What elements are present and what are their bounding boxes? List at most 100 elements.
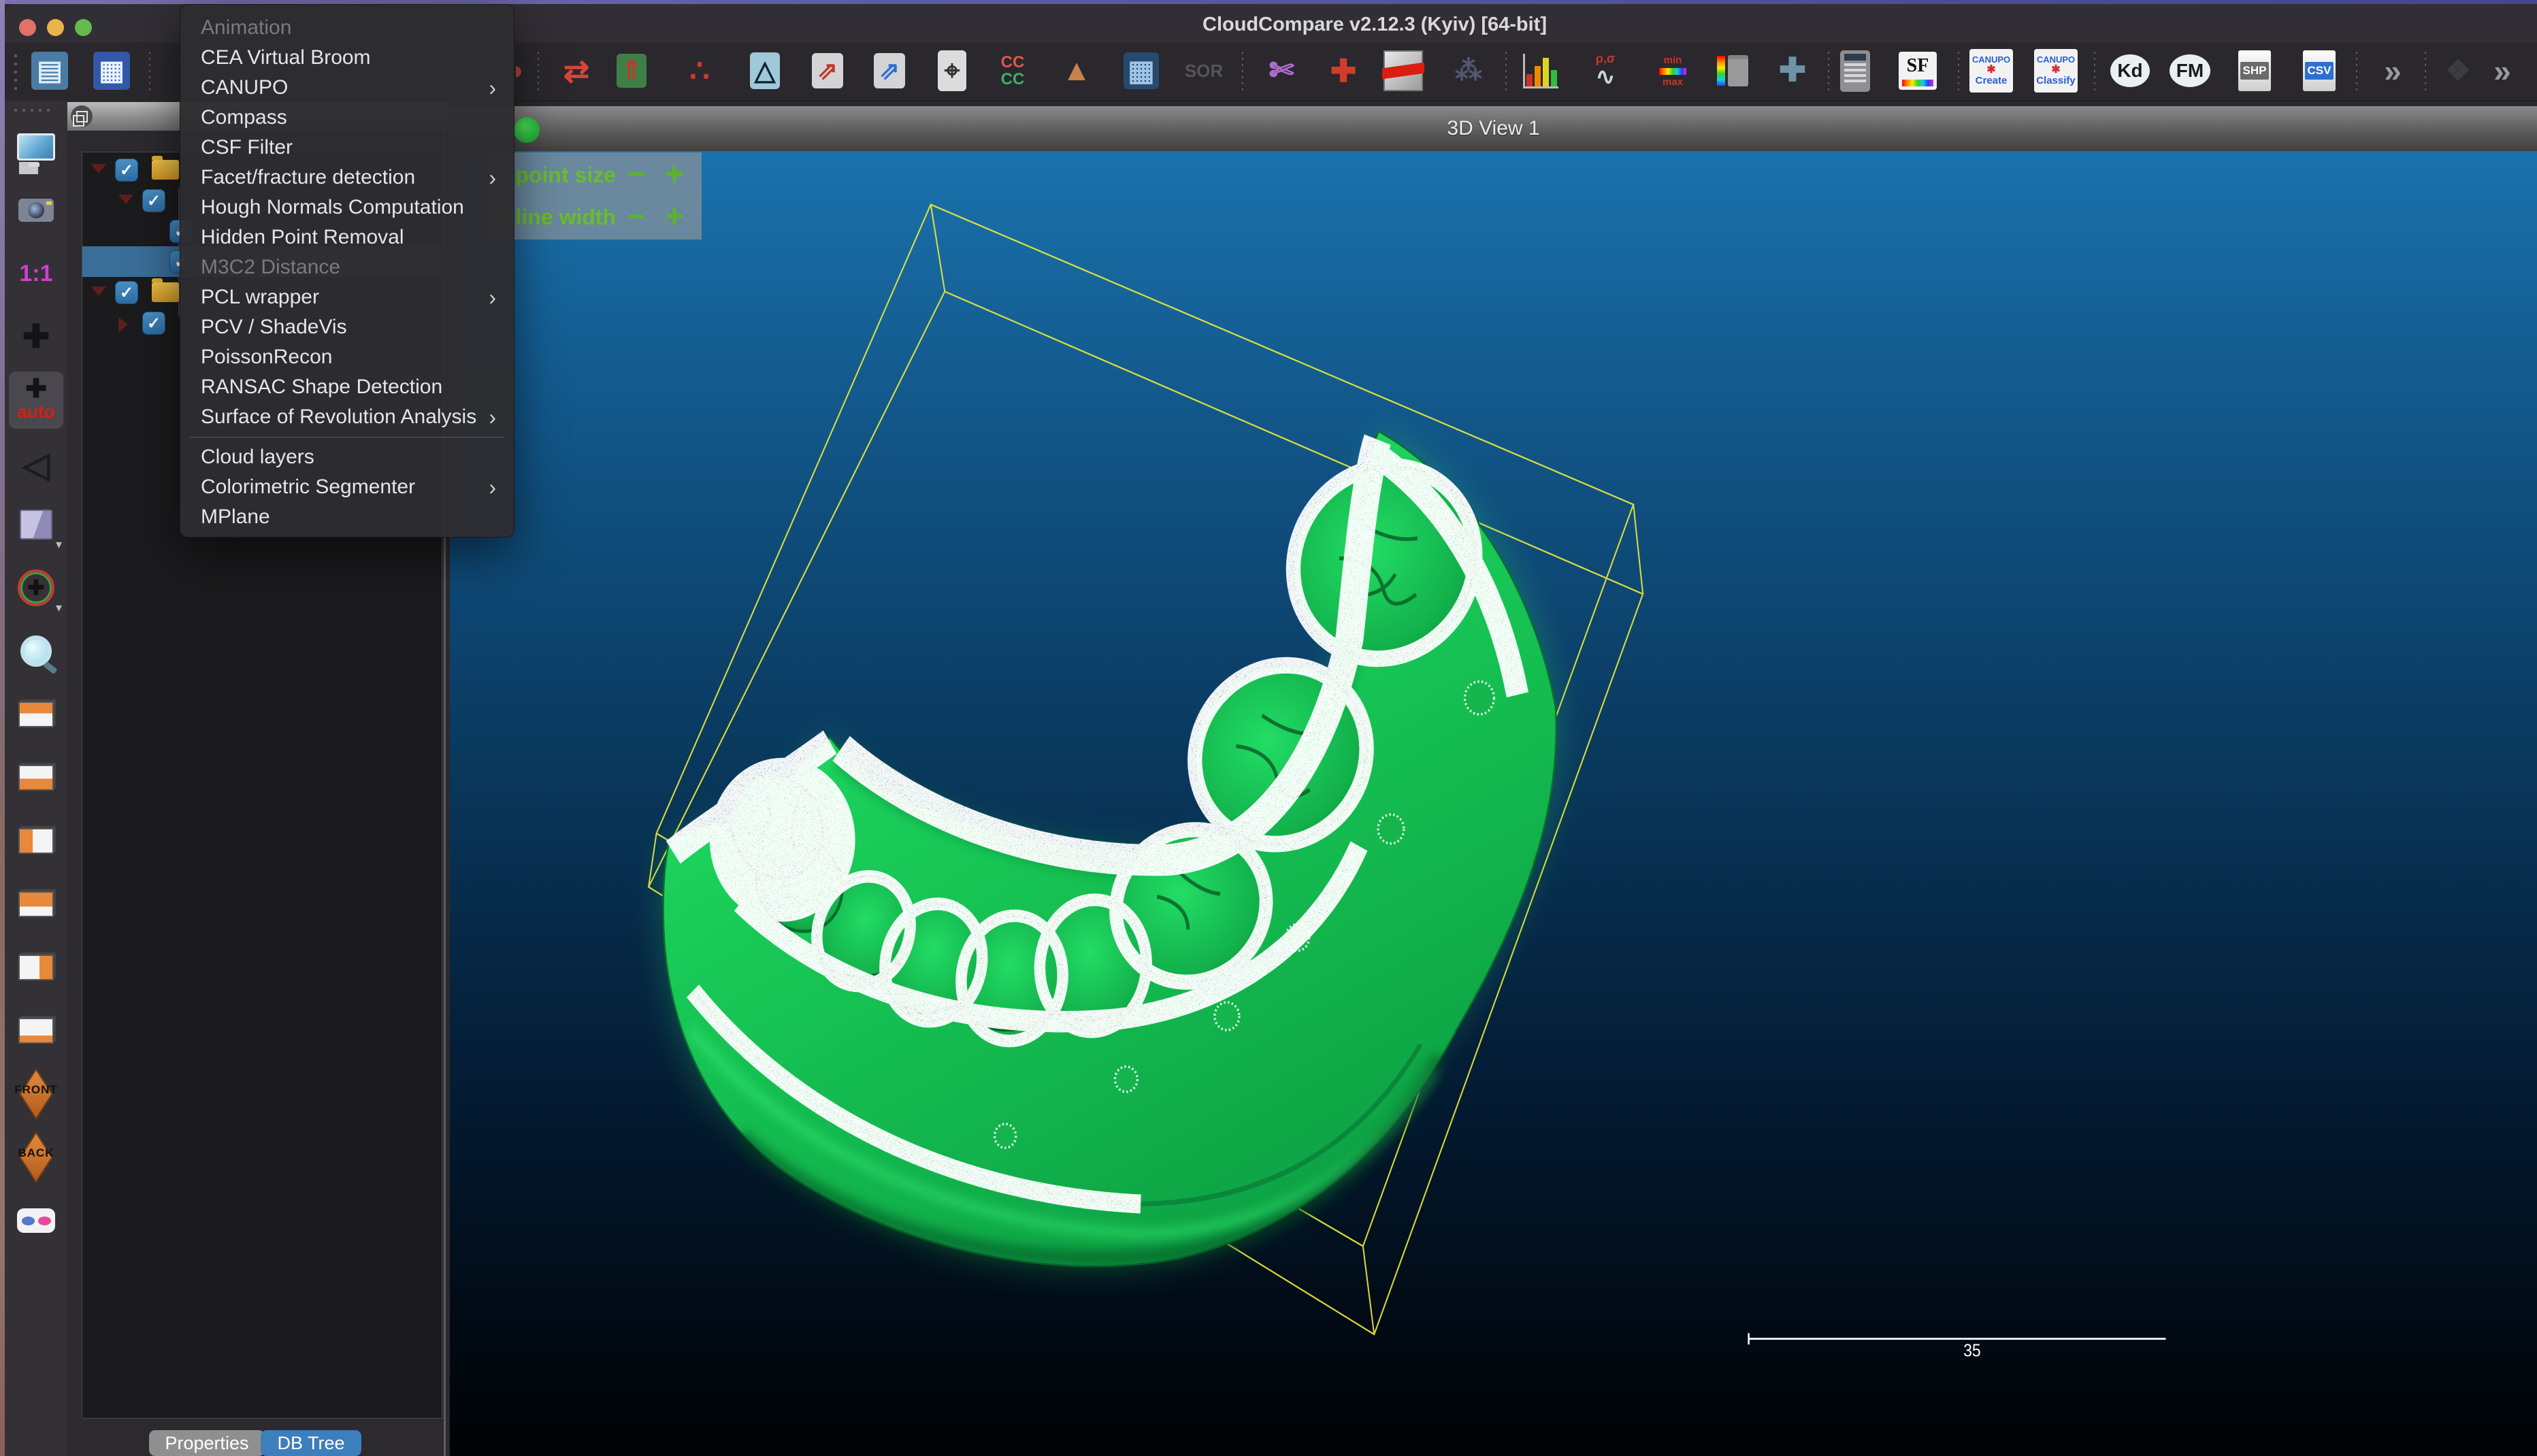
submenu-arrow-icon: › (489, 284, 496, 310)
compute-octree-icon[interactable]: ▦ (1119, 49, 1163, 93)
previous-view-icon[interactable]: ◁ (9, 437, 63, 494)
screenshot-camera-icon[interactable] (9, 182, 63, 239)
decrease-button[interactable]: − (617, 201, 655, 233)
export-shp-icon[interactable]: SHP (2233, 49, 2276, 93)
increase-button[interactable]: + (655, 159, 693, 191)
view-left-icon[interactable] (9, 812, 63, 870)
menu-item-canupo[interactable]: CANUPO › (180, 73, 514, 103)
view-top-icon[interactable] (9, 686, 63, 743)
auto-pick-center-icon[interactable]: ✚ auto (9, 371, 63, 429)
visibility-checkbox[interactable]: ✓ (115, 159, 138, 182)
tab-properties[interactable]: Properties (149, 1430, 265, 1456)
menu-item-ransac-shape-detection[interactable]: RANSAC Shape Detection (180, 372, 514, 402)
histogram-icon[interactable] (1519, 49, 1562, 93)
folder-icon (152, 156, 179, 180)
left-view-toolbar: 1:1 ✚ ✚ auto ◁ ▾ ✚ ▾ FRONT BACK (5, 101, 68, 1456)
toolbar-overflow-2-icon[interactable]: » (2481, 49, 2524, 93)
float-window-icon (72, 110, 88, 127)
canupo-create-icon[interactable]: CANUPO ✱ Create (1969, 49, 2013, 93)
minimize-button[interactable] (47, 19, 64, 36)
toolbar-separator (1828, 52, 1829, 91)
save-file-icon[interactable]: ▦ (90, 49, 133, 93)
visibility-checkbox[interactable]: ✓ (142, 189, 165, 212)
menu-item-mplane[interactable]: MPlane (180, 502, 514, 532)
scale-bar: 35 (1748, 1333, 2166, 1361)
toolbar-separator (1242, 52, 1243, 91)
primitive-factory-icon[interactable]: ▲ (1055, 49, 1098, 93)
menu-item-cloud-layers[interactable]: Cloud layers (180, 442, 514, 472)
toolbar-separator (2094, 52, 2095, 91)
decrease-button[interactable]: − (617, 159, 655, 191)
plugins-puzzle-icon[interactable]: ❖ (2436, 49, 2480, 93)
dental-scan-model (662, 430, 1558, 1268)
menu-item-pcl-wrapper[interactable]: PCL wrapper › (180, 282, 514, 312)
visibility-checkbox[interactable]: ✓ (142, 312, 165, 335)
sensor-view-icon[interactable]: ⌖ (930, 49, 974, 93)
menu-item-colorimetric-segmenter[interactable]: Colorimetric Segmenter › (180, 472, 514, 502)
zoom-button[interactable] (75, 19, 92, 36)
menu-item-facet-fracture-detection[interactable]: Facet/fracture detection › (180, 163, 514, 193)
pick-rotation-center-icon[interactable]: ✚ (9, 308, 63, 365)
increase-button[interactable]: + (655, 201, 693, 233)
iso-back-view-icon[interactable]: BACK (9, 1129, 63, 1186)
tab-db-tree[interactable]: DB Tree (261, 1430, 361, 1456)
open-file-icon[interactable]: ▤ (28, 49, 71, 93)
pivot-visibility-icon[interactable]: ▾ (9, 496, 63, 553)
mesh-delaunay-icon[interactable]: △ (743, 49, 787, 93)
tree-expand-caret[interactable] (91, 286, 106, 296)
menu-item-csf-filter[interactable]: CSF Filter (180, 133, 514, 163)
menu-item-surface-of-revolution-analysis[interactable]: Surface of Revolution Analysis › (180, 402, 514, 432)
view-right-icon[interactable] (9, 939, 63, 996)
menu-item-hidden-point-removal[interactable]: Hidden Point Removal (180, 222, 514, 252)
view-front-icon[interactable] (9, 1002, 63, 1059)
menu-item-pcv-shadevis[interactable]: PCV / ShadeVis (180, 312, 514, 342)
toolbar-overflow-icon[interactable]: » (2371, 49, 2415, 93)
noise-points-icon[interactable]: ∴ (678, 49, 721, 93)
calculator-icon[interactable] (1833, 49, 1877, 93)
fullscreen-display-icon[interactable] (9, 118, 63, 176)
float-panel-button[interactable] (71, 105, 93, 127)
canupo-classify-icon[interactable]: CANUPO ✱ Classify (2034, 49, 2078, 93)
kd-tree-icon[interactable]: Kd (2108, 49, 2152, 93)
delete-scalar-field-icon[interactable] (1711, 49, 1754, 93)
sidebar-drag-handle[interactable] (14, 109, 55, 112)
sf-tools-icon[interactable]: SF (1896, 49, 1939, 93)
clipping-box-icon[interactable] (1381, 49, 1425, 93)
filter-by-value-icon[interactable]: ρ,σ ∿ (1584, 49, 1627, 93)
tree-expand-caret[interactable] (91, 164, 106, 173)
fm-icon[interactable]: FM (2168, 49, 2212, 93)
close-button[interactable] (19, 19, 36, 36)
cloudcompare-window: CloudCompare v2.12.3 (Kyiv) [64-bit] ▤ ▦ ◗… (0, 0, 2537, 1456)
menu-item-m3c2-distance: M3C2 Distance (201, 256, 341, 278)
point-list-picking-icon[interactable]: ⁂ (1447, 49, 1490, 93)
toolbar-drag-handle[interactable] (14, 54, 17, 90)
cc-logo-icon[interactable]: CC CC (991, 49, 1034, 93)
sor-filter-icon[interactable]: SOR (1182, 49, 1226, 93)
scale-bar-value: 35 (1963, 1341, 1981, 1361)
visibility-checkbox[interactable]: ✓ (115, 281, 138, 304)
align-clouds-icon[interactable]: ⇄ (555, 49, 598, 93)
menu-item-hough-normals-computation[interactable]: Hough Normals Computation (180, 193, 514, 222)
cloud-mesh-distance-icon[interactable]: ⇗ (868, 49, 911, 93)
tree-expand-caret[interactable] (118, 317, 128, 332)
view-back-icon[interactable] (9, 876, 63, 933)
tree-expand-caret[interactable] (118, 195, 133, 204)
menu-item-compass[interactable]: Compass (180, 103, 514, 133)
cloud-cloud-distance-icon[interactable]: ⇗ (806, 49, 849, 93)
menu-item-cea-virtual-broom[interactable]: CEA Virtual Broom (180, 43, 514, 73)
add-icon[interactable]: ✚ (1771, 49, 1814, 93)
export-csv-icon[interactable]: CSV (2297, 49, 2341, 93)
fine-registration-icon[interactable]: ⇑ (610, 49, 653, 93)
sf-minmax-icon[interactable]: min max (1651, 49, 1695, 93)
stereo-mode-icon[interactable] (9, 1192, 63, 1249)
view-bottom-icon[interactable] (9, 749, 63, 806)
zoom-1-1-icon[interactable]: 1:1 (9, 245, 63, 302)
menu-item-poissonrecon[interactable]: PoissonRecon (180, 342, 514, 372)
translate-rotate-icon[interactable]: ✚ (1322, 49, 1365, 93)
view-settings-hud: lt point size − + lt line width − + (489, 152, 702, 239)
zoom-fit-icon[interactable] (9, 623, 63, 680)
iso-front-view-icon[interactable]: FRONT (9, 1065, 63, 1123)
segment-scissors-icon[interactable]: ✄ (1260, 49, 1303, 93)
interaction-mode-icon[interactable]: ✚ ▾ (9, 559, 63, 616)
folder-icon (152, 278, 179, 302)
